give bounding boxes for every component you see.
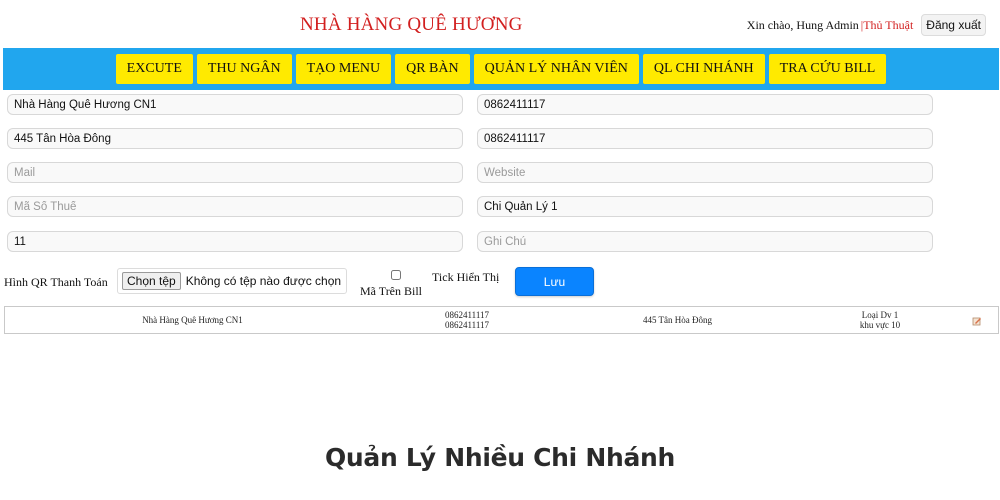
edit-icon[interactable] [971,316,983,326]
branch-name-input[interactable] [7,94,463,115]
address-cell: 445 Tân Hòa Đông [642,315,713,325]
nav-staff-management[interactable]: QUẢN LÝ NHÂN VIÊN [473,54,639,84]
branch-table: Nhà Hàng Quê Hương CN1 0862411117 086241… [4,306,999,334]
main-nav: EXCUTE THU NGÂN TẠO MENU QR BÀN QUẢN LÝ … [3,48,999,90]
nav-bill-lookup[interactable]: TRA CỨU BILL [768,54,887,84]
address-input[interactable] [7,128,463,149]
number-input[interactable] [7,231,463,252]
qr-payment-label: Hình QR Thanh Toán [4,275,108,289]
nav-create-menu[interactable]: TẠO MENU [295,54,392,84]
nav-excute[interactable]: EXCUTE [115,54,193,84]
nav-branch-management[interactable]: QL CHI NHÁNH [642,54,765,84]
service-area-cell: Loại Dv 1 khu vực 10 [825,310,935,330]
mail-input[interactable] [7,162,463,183]
tick-display-label: Tick Hiển Thị [432,270,500,284]
note-input[interactable] [477,231,933,252]
greeting-text: Xin chào, Hung Admin [746,17,859,32]
brand-title: NHÀ HÀNG QUÊ HƯƠNG [300,14,523,35]
manager-input[interactable] [477,196,933,217]
tips-link[interactable]: Thủ Thuật [863,18,913,33]
phone-line-2: 0862411117 [445,320,489,330]
code-on-bill-label: Mã Trên Bill [360,284,423,298]
qr-upload-row: Hình QR Thanh Toán Chọn tệp Không có tệp… [0,262,1000,302]
nav-qr-table[interactable]: QR BÀN [395,54,470,84]
table-row[interactable]: Nhà Hàng Quê Hương CN1 0862411117 086241… [5,307,998,333]
choose-file-button[interactable]: Chọn tệp [122,272,181,290]
service-type: Loại Dv 1 [861,310,899,320]
phone-cell: 0862411117 0862411117 [417,310,517,330]
file-status-text: Không có tệp nào được chọn [185,274,342,288]
website-input[interactable] [477,162,933,183]
user-area: Xin chào, Hung Admin | Thủ Thuật Đăng xu… [747,14,986,36]
tax-code-input[interactable] [7,196,463,217]
logout-button[interactable]: Đăng xuất [921,14,986,36]
branch-name-cell: Nhà Hàng Quê Hương CN1 [142,315,243,325]
show-on-bill-checkbox[interactable] [391,270,401,280]
save-button[interactable]: Lưu [515,267,594,296]
area-name: khu vực 10 [859,320,901,330]
page-caption: Quản Lý Nhiều Chi Nhánh [324,443,676,472]
phone-line-1: 0862411117 [445,310,489,320]
file-picker: Chọn tệp Không có tệp nào được chọn [117,268,347,294]
header: NHÀ HÀNG QUÊ HƯƠNG Xin chào, Hung Admin … [0,0,1000,48]
phone-input-2[interactable] [477,128,933,149]
nav-cashier[interactable]: THU NGÂN [196,54,292,84]
phone-input-1[interactable] [477,94,933,115]
